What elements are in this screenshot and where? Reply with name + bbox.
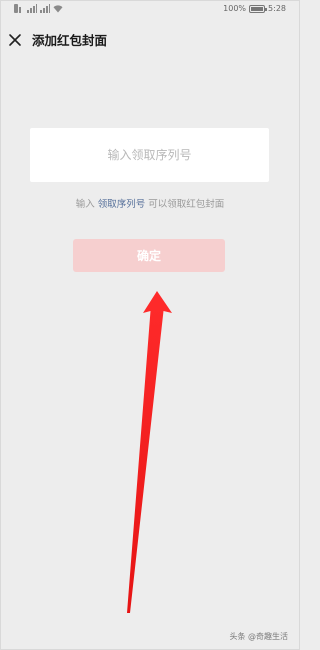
signal-icon: [27, 4, 37, 13]
hint-text: 输入 领取序列号 可以领取红包封面: [0, 196, 300, 210]
status-bar: 100% 5:28: [0, 0, 300, 20]
wifi-icon: [53, 4, 63, 13]
status-indicators: [14, 4, 63, 13]
redeem-code-card: [30, 128, 269, 182]
confirm-button[interactable]: 确定: [73, 239, 225, 272]
nav-bar: 添加红包封面: [0, 20, 300, 58]
battery-percent: 100%: [223, 4, 247, 13]
page-title: 添加红包封面: [32, 33, 108, 48]
hint-suffix: 可以领取红包封面: [145, 199, 225, 210]
sim-icon: [14, 4, 24, 13]
red-arrow-annotation: [127, 291, 172, 613]
status-right: 100% 5:28: [223, 4, 286, 13]
serial-number-link[interactable]: 领取序列号: [98, 199, 146, 210]
status-time: 5:28: [268, 4, 286, 13]
redeem-code-input[interactable]: [30, 128, 269, 182]
signal-icon: [40, 4, 50, 13]
watermark: 头条 @奇趣生活: [229, 632, 288, 641]
close-icon[interactable]: [8, 32, 22, 46]
battery-icon: [249, 4, 268, 13]
hint-prefix: 输入: [75, 199, 98, 210]
